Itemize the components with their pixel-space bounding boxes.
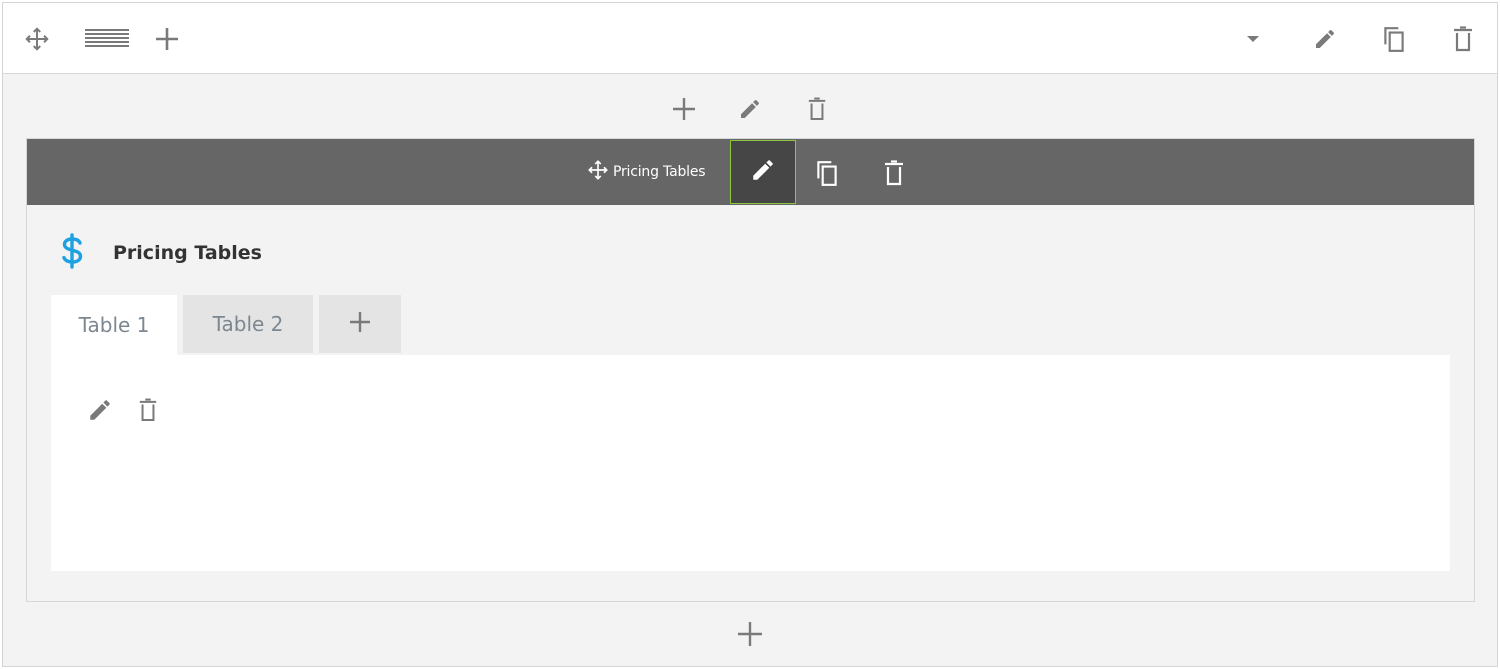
row-toolbar: [3, 3, 1497, 74]
edit-table-pencil-icon[interactable]: [85, 395, 115, 425]
row-layout-icon[interactable]: [85, 25, 129, 53]
tab-panel: [51, 355, 1450, 571]
pencil-icon[interactable]: [1309, 23, 1341, 55]
add-module-bottom-plus-icon[interactable]: [735, 619, 765, 649]
tab-table-2[interactable]: Table 2: [183, 295, 313, 353]
delete-module-trash-icon[interactable]: [878, 157, 910, 189]
dollar-icon: [59, 232, 85, 274]
column-actions: [3, 73, 1497, 139]
add-column-plus-icon[interactable]: [151, 23, 183, 55]
pricing-tables-module: Pricing Tables Pricing Tables Table 1 Ta…: [26, 138, 1475, 602]
module-toolbar: Pricing Tables: [27, 139, 1474, 205]
edit-module-button[interactable]: [730, 140, 796, 204]
add-module-bottom: [3, 603, 1497, 667]
plus-icon: [348, 310, 372, 339]
caret-down-icon[interactable]: [1241, 27, 1265, 51]
module-bar-label: Pricing Tables: [613, 164, 706, 180]
move-arrows-icon: [587, 159, 609, 186]
move-row-icon[interactable]: [21, 23, 53, 55]
row-frame: Pricing Tables Pricing Tables Table 1 Ta…: [2, 2, 1498, 667]
pencil-icon: [750, 157, 776, 188]
duplicate-module-copy-icon[interactable]: [811, 157, 843, 189]
edit-column-pencil-icon[interactable]: [735, 94, 765, 124]
copy-icon[interactable]: [1378, 23, 1410, 55]
delete-table-trash-icon[interactable]: [133, 395, 163, 425]
add-tab-button[interactable]: [319, 295, 401, 353]
add-module-plus-icon[interactable]: [669, 94, 699, 124]
tab-table-1[interactable]: Table 1: [51, 295, 177, 355]
module-title: Pricing Tables: [113, 242, 262, 264]
delete-column-trash-icon[interactable]: [802, 94, 832, 124]
module-move-handle[interactable]: Pricing Tables: [587, 139, 706, 205]
trash-icon[interactable]: [1447, 23, 1479, 55]
module-header: Pricing Tables: [59, 232, 262, 274]
